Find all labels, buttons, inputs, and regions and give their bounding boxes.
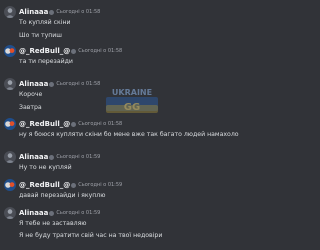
- message-header: Alinaaa Сьогодні о 01:58: [19, 7, 100, 16]
- author-name[interactable]: Alinaaa: [19, 80, 48, 88]
- timestamp: Сьогодні о 01:59: [56, 210, 101, 216]
- author-name[interactable]: Alinaaa: [19, 8, 48, 16]
- avatar-alinaaa-icon[interactable]: [4, 6, 16, 18]
- timestamp: Сьогодні о 01:58: [78, 48, 123, 54]
- message-text: Я тебе не заставляю: [19, 220, 87, 227]
- author-name[interactable]: Alinaaa: [19, 209, 48, 217]
- author-name[interactable]: @_RedBull_@: [19, 47, 70, 55]
- message-text: Ну то не купляй: [19, 164, 72, 171]
- message-header: Alinaaa Сьогодні о 01:59: [19, 152, 100, 161]
- author-name[interactable]: @_RedBull_@: [19, 181, 70, 189]
- avatar-redbull-icon[interactable]: [4, 118, 16, 130]
- message-text: Шо ти тупиш: [19, 32, 62, 39]
- status-emoji-icon: [49, 10, 55, 15]
- timestamp: Сьогодні о 01:59: [56, 154, 101, 160]
- avatar-alinaaa-icon[interactable]: [4, 207, 16, 219]
- timestamp: Сьогодні о 01:58: [78, 121, 123, 127]
- message-text: ну я боюся купляти скіни бо мене вже так…: [19, 131, 239, 138]
- author-name[interactable]: Alinaaa: [19, 153, 48, 161]
- message-text: Короче: [19, 91, 43, 98]
- status-emoji-icon: [49, 155, 55, 160]
- message-group[interactable]: @_RedBull_@ Сьогодні о 01:58 ну я боюся к…: [0, 115, 263, 145]
- message-group[interactable]: @_RedBull_@ Сьогодні о 01:58 та ти переза…: [0, 42, 263, 72]
- message-text: та ти перезайди: [19, 58, 73, 65]
- chat-messages[interactable]: Alinaaa Сьогодні о 01:58 То купляй скіни …: [0, 0, 263, 250]
- timestamp: Сьогодні о 01:59: [78, 182, 123, 188]
- message-group[interactable]: Alinaaa Сьогодні о 01:58 Короче Завтра: [0, 75, 263, 113]
- message-header: @_RedBull_@ Сьогодні о 01:59: [19, 180, 122, 189]
- message-group[interactable]: @_RedBull_@ Сьогодні о 01:59 давай переза…: [0, 176, 263, 206]
- message-header: @_RedBull_@ Сьогодні о 01:58: [19, 119, 122, 128]
- avatar-alinaaa-icon[interactable]: [4, 151, 16, 163]
- message-text: Завтра: [19, 104, 42, 111]
- message-text: Я не буду тратити свій час на твої недов…: [19, 232, 163, 239]
- message-group[interactable]: Alinaaa Сьогодні о 01:58 То купляй скіни …: [0, 3, 263, 41]
- message-text: давай перезайди і якуплю: [19, 192, 106, 199]
- message-group[interactable]: Alinaaa Сьогодні о 01:59 Ну то не купляй: [0, 148, 263, 178]
- message-header: Alinaaa Сьогодні о 01:59: [19, 208, 100, 217]
- avatar-redbull-icon[interactable]: [4, 179, 16, 191]
- status-emoji-icon: [71, 49, 77, 54]
- message-text: То купляй скіни: [19, 19, 71, 26]
- status-emoji-icon: [49, 211, 55, 216]
- message-header: @_RedBull_@ Сьогодні о 01:58: [19, 46, 122, 55]
- message-group[interactable]: Alinaaa Сьогодні о 01:59 Я тебе не застав…: [0, 204, 263, 248]
- avatar-alinaaa-icon[interactable]: [4, 78, 16, 90]
- avatar-redbull-icon[interactable]: [4, 45, 16, 57]
- message-header: Alinaaa Сьогодні о 01:58: [19, 79, 100, 88]
- author-name[interactable]: @_RedBull_@: [19, 120, 70, 128]
- status-emoji-icon: [71, 183, 77, 188]
- timestamp: Сьогодні о 01:58: [56, 9, 101, 15]
- status-emoji-icon: [71, 122, 77, 127]
- status-emoji-icon: [49, 82, 55, 87]
- timestamp: Сьогодні о 01:58: [56, 81, 101, 87]
